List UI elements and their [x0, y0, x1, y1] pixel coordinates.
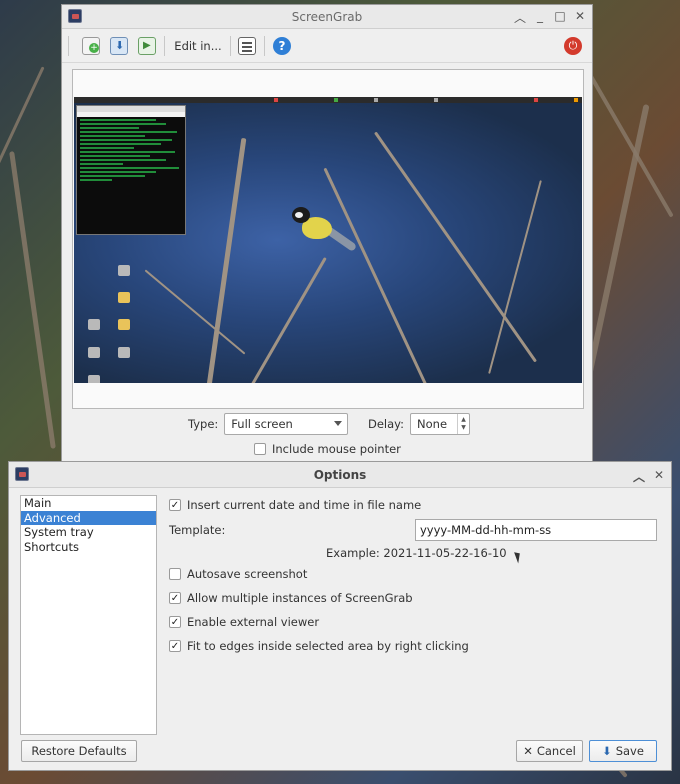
desktop-folder-icon — [118, 265, 130, 276]
desktop-file-icon — [88, 375, 100, 383]
include-mouse-pointer-label: Include mouse pointer — [272, 442, 401, 456]
help-icon: ? — [273, 37, 291, 55]
chevron-up-icon[interactable]: ︿ — [514, 9, 526, 26]
chevron-up-icon[interactable]: ︿ — [633, 468, 645, 485]
restore-defaults-button[interactable]: Restore Defaults — [21, 740, 137, 762]
options-dialog: Options ︿ ✕ Main Advanced System tray Sh… — [8, 461, 672, 771]
bird-cheek — [295, 212, 303, 218]
edit-in-button[interactable]: Edit in... — [170, 35, 226, 57]
external-viewer-checkbox[interactable]: ✓ — [169, 616, 181, 628]
autosave-label: Autosave screenshot — [187, 567, 308, 581]
delay-spinbox[interactable]: None ▲ ▼ — [410, 413, 471, 435]
delay-label: Delay: — [368, 417, 405, 431]
insert-date-label: Insert current date and time in file nam… — [187, 498, 422, 512]
screenshot-image — [74, 97, 582, 383]
save-button[interactable]: ⬇ — [108, 35, 130, 57]
template-input[interactable]: yyyy-MM-dd-hh-mm-ss — [415, 519, 657, 541]
new-screenshot-icon: + — [82, 37, 100, 55]
screenshot-preview[interactable] — [72, 69, 584, 409]
type-select-value: Full screen — [231, 417, 293, 431]
power-icon: ⏻ — [564, 37, 582, 55]
desktop-folder-icon — [118, 292, 130, 303]
category-item[interactable]: System tray — [21, 525, 156, 540]
cancel-button[interactable]: ✕ Cancel — [516, 740, 583, 762]
desktop-file-icon — [118, 347, 130, 358]
options-title: Options — [313, 467, 367, 482]
multiple-instances-checkbox[interactable]: ✓ — [169, 592, 181, 604]
category-item[interactable]: Advanced — [21, 510, 156, 525]
close-icon[interactable]: ✕ — [574, 9, 586, 26]
edit-in-label: Edit in... — [174, 39, 222, 53]
options-app-icon — [15, 467, 29, 481]
save-icon: ⬇ — [110, 37, 128, 55]
copy-icon: ▶ — [138, 37, 156, 55]
restore-defaults-label: Restore Defaults — [31, 744, 127, 758]
include-mouse-pointer-checkbox[interactable] — [254, 443, 266, 455]
type-label: Type: — [188, 417, 219, 431]
options-icon — [238, 37, 256, 55]
help-button[interactable]: ? — [270, 35, 294, 57]
save-button[interactable]: ⬇ Save — [589, 740, 657, 762]
options-titlebar[interactable]: Options ︿ ✕ — [9, 462, 671, 488]
captured-panel — [74, 97, 582, 103]
copy-button[interactable]: ▶ — [136, 35, 158, 57]
cancel-label: Cancel — [536, 744, 576, 758]
options-button[interactable] — [236, 35, 258, 57]
category-item[interactable]: Shortcuts — [21, 540, 156, 555]
desktop-file-icon — [88, 319, 100, 330]
chevron-down-icon — [334, 421, 343, 426]
template-label: Template: — [169, 523, 226, 537]
window-title: ScreenGrab — [291, 9, 363, 24]
spin-arrows-icon[interactable]: ▲ ▼ — [457, 414, 469, 434]
insert-date-checkbox[interactable]: ✓ — [169, 499, 181, 511]
toolbar-handle — [68, 36, 69, 56]
desktop-file-icon — [88, 347, 100, 358]
desktop-folder-icon — [118, 319, 130, 330]
minimize-icon[interactable]: _ — [534, 9, 546, 26]
screengrab-app-icon — [68, 9, 82, 23]
mouse-cursor-icon — [514, 550, 523, 564]
multiple-instances-label: Allow multiple instances of ScreenGrab — [187, 591, 413, 605]
example-label: Example: 2021-11-05-22-16-10 — [326, 546, 507, 560]
delay-value: None — [417, 417, 448, 431]
autosave-checkbox[interactable] — [169, 568, 181, 580]
close-icon[interactable]: ✕ — [653, 468, 665, 485]
fit-edges-checkbox[interactable]: ✓ — [169, 640, 181, 652]
close-icon: ✕ — [523, 744, 533, 758]
options-category-list: Main Advanced System tray Shortcuts — [20, 495, 157, 735]
new-screenshot-button[interactable]: + — [80, 35, 102, 57]
type-select[interactable]: Full screen — [224, 413, 349, 435]
quit-button[interactable]: ⏻ — [562, 35, 584, 57]
screengrab-titlebar[interactable]: ScreenGrab ︿ _ □ ✕ — [62, 5, 592, 29]
save-label: Save — [615, 744, 644, 758]
external-viewer-label: Enable external viewer — [187, 615, 320, 629]
screengrab-window: ScreenGrab ︿ _ □ ✕ + ⬇ ▶ Edit in... ? ⏻ … — [61, 4, 593, 474]
category-item[interactable]: Main — [21, 496, 156, 511]
fit-edges-label: Fit to edges inside selected area by rig… — [187, 639, 469, 653]
maximize-icon[interactable]: □ — [554, 9, 566, 26]
toolbar: + ⬇ ▶ Edit in... ? ⏻ — [62, 29, 592, 63]
captured-terminal — [76, 105, 186, 235]
save-icon: ⬇ — [602, 744, 612, 758]
